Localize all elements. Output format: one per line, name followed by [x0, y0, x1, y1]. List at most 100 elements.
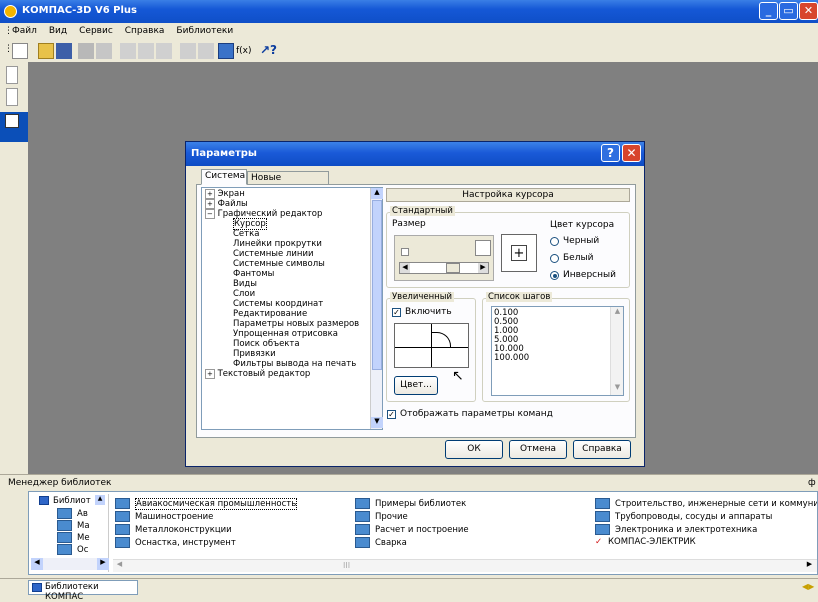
redo-icon[interactable]: [198, 43, 214, 59]
library-tree-root[interactable]: Библиот: [53, 496, 91, 506]
library-item[interactable]: Примеры библиотек: [355, 498, 466, 509]
library-item[interactable]: Электроника и электротехника: [595, 524, 757, 535]
cut-icon[interactable]: [120, 43, 136, 59]
scroll-right-icon[interactable]: ▶: [803, 560, 816, 572]
radio-white[interactable]: [550, 254, 559, 263]
tree-item-scrollbars[interactable]: Линейки прокрутки: [205, 239, 371, 249]
library-tree-item[interactable]: Ав: [57, 508, 88, 519]
steps-scrollbar[interactable]: ▲ ▼: [610, 307, 623, 395]
library-item[interactable]: Машиностроение: [115, 511, 213, 522]
library-item[interactable]: Оснастка, инструмент: [115, 537, 236, 548]
tree-item-phantoms[interactable]: Фантомы: [205, 269, 371, 279]
help-dialog-button[interactable]: Справка: [573, 440, 631, 459]
menu-libraries[interactable]: Библиотеки: [176, 26, 233, 36]
tree-item-views[interactable]: Виды: [205, 279, 371, 289]
tool-button-icon[interactable]: [5, 114, 19, 128]
close-button[interactable]: ✕: [799, 2, 818, 20]
tree-item-new-dimension-params[interactable]: Параметры новых размеров: [205, 319, 371, 329]
library-item[interactable]: Трубопроводы, сосуды и аппараты: [595, 511, 772, 522]
restore-button[interactable]: ▭: [779, 2, 798, 20]
radio-inverse[interactable]: [550, 271, 559, 280]
library-tree-hscroll[interactable]: ◀ ▶: [31, 558, 109, 570]
new-file-icon[interactable]: [12, 43, 28, 59]
tree-item-object-search[interactable]: Поиск объекта: [205, 339, 371, 349]
help-button[interactable]: ?: [601, 144, 620, 162]
library-tree[interactable]: Библиот ▲ Ав Ма Ме Ос ◀ ▶: [31, 494, 109, 572]
variables-icon[interactable]: [218, 43, 234, 59]
compact-panel-icon[interactable]: [6, 66, 18, 84]
library-tab[interactable]: Библиотеки КОМПАС: [28, 580, 138, 602]
tree-item-print-filters[interactable]: Фильтры вывода на печать: [205, 359, 371, 369]
menu-help[interactable]: Справка: [125, 26, 165, 36]
dialog-titlebar[interactable]: Параметры ? ✕: [186, 142, 644, 166]
help-pointer-icon[interactable]: ↗?: [260, 43, 277, 59]
open-file-icon[interactable]: [38, 43, 54, 59]
library-item[interactable]: Расчет и построение: [355, 524, 469, 535]
paste-icon[interactable]: [156, 43, 172, 59]
scroll-left-icon[interactable]: ◀: [113, 560, 126, 572]
tree-item-graphic-editor[interactable]: − Графический редактор: [205, 209, 371, 219]
dialog-close-button[interactable]: ✕: [622, 144, 641, 162]
color-button[interactable]: Цвет...: [394, 376, 438, 395]
scroll-up-icon[interactable]: ▲: [95, 495, 105, 505]
preview-icon[interactable]: [96, 43, 112, 59]
menu-file[interactable]: Файл: [12, 26, 37, 36]
tree-item-grid[interactable]: Сетка: [205, 229, 371, 239]
tab-scroll-icon[interactable]: ◀▶: [802, 582, 814, 591]
tree-item-editing[interactable]: Редактирование: [205, 309, 371, 319]
size-slider[interactable]: ◀ ▶: [399, 262, 489, 274]
undo-icon[interactable]: [180, 43, 196, 59]
copy-icon[interactable]: [138, 43, 154, 59]
cancel-button[interactable]: Отмена: [509, 440, 567, 459]
scroll-up-icon[interactable]: ▲: [611, 307, 624, 319]
library-tree-item[interactable]: Ме: [57, 532, 90, 543]
formula-icon[interactable]: f(x): [236, 43, 256, 59]
tree-item-files[interactable]: + Файлы: [205, 199, 371, 209]
steps-list[interactable]: 0.100 0.500 1.000 5.000 10.000 100.000 ▲…: [491, 306, 624, 396]
scroll-left-icon[interactable]: ◀: [31, 558, 43, 570]
library-item[interactable]: Авиакосмическая промышленность: [115, 498, 298, 510]
tree-item-simplified-drawing[interactable]: Упрощенная отрисовка: [205, 329, 371, 339]
tree-scrollbar[interactable]: ▲ ▼: [370, 188, 383, 429]
library-item[interactable]: ✓ КОМПАС-ЭЛЕКТРИК: [595, 537, 696, 547]
tree-item-snaps[interactable]: Привязки: [205, 349, 371, 359]
app-titlebar[interactable]: КОМПАС-3D V6 Plus _ ▭ ✕: [0, 0, 818, 23]
enable-enlarged-checkbox[interactable]: ✓: [392, 308, 401, 317]
slider-left-icon[interactable]: ◀: [400, 263, 410, 273]
pin-icon[interactable]: ф: [808, 478, 816, 488]
scroll-right-icon[interactable]: ▶: [97, 558, 109, 570]
scroll-thumb[interactable]: [372, 200, 382, 370]
tree-item-system-lines[interactable]: Системные линии: [205, 249, 371, 259]
library-tree-item[interactable]: Ма: [57, 520, 90, 531]
library-item[interactable]: Сварка: [355, 537, 407, 548]
library-item[interactable]: Металлоконструкции: [115, 524, 232, 535]
show-params-checkbox[interactable]: ✓: [387, 410, 396, 419]
library-item[interactable]: Строительство, инженерные сети и коммуни…: [595, 498, 817, 509]
library-tree-item[interactable]: Ос: [57, 544, 88, 555]
menu-view[interactable]: Вид: [49, 26, 67, 36]
slider-right-icon[interactable]: ▶: [478, 263, 488, 273]
slider-thumb[interactable]: [446, 263, 460, 273]
compact-panel-icon[interactable]: [6, 88, 18, 106]
print-icon[interactable]: [78, 43, 94, 59]
ok-button[interactable]: ОК: [445, 440, 503, 459]
scroll-down-icon[interactable]: ▼: [371, 417, 383, 428]
menu-service[interactable]: Сервис: [79, 26, 113, 36]
step-item[interactable]: 100.000: [494, 354, 529, 363]
tree-item-system-symbols[interactable]: Системные символы: [205, 259, 371, 269]
tree-item-text-editor[interactable]: + Текстовый редактор: [205, 369, 371, 379]
save-icon[interactable]: [56, 43, 72, 59]
scroll-down-icon[interactable]: ▼: [611, 383, 624, 395]
tab-system[interactable]: Система: [201, 169, 247, 185]
tree-item-screen[interactable]: + Экран: [205, 189, 371, 199]
tree-item-cursor[interactable]: Курсор: [205, 218, 371, 230]
standard-group-label: Стандартный: [390, 206, 455, 216]
settings-tree[interactable]: + Экран + Файлы − Графический редактор К…: [201, 187, 383, 430]
radio-black[interactable]: [550, 237, 559, 246]
tree-item-coordinate-systems[interactable]: Системы координат: [205, 299, 371, 309]
library-hscroll[interactable]: ◀ III ▶: [113, 559, 817, 572]
minimize-button[interactable]: _: [759, 2, 778, 20]
tree-item-layers[interactable]: Слои: [205, 289, 371, 299]
scroll-up-icon[interactable]: ▲: [371, 188, 383, 199]
library-item[interactable]: Прочие: [355, 511, 408, 522]
